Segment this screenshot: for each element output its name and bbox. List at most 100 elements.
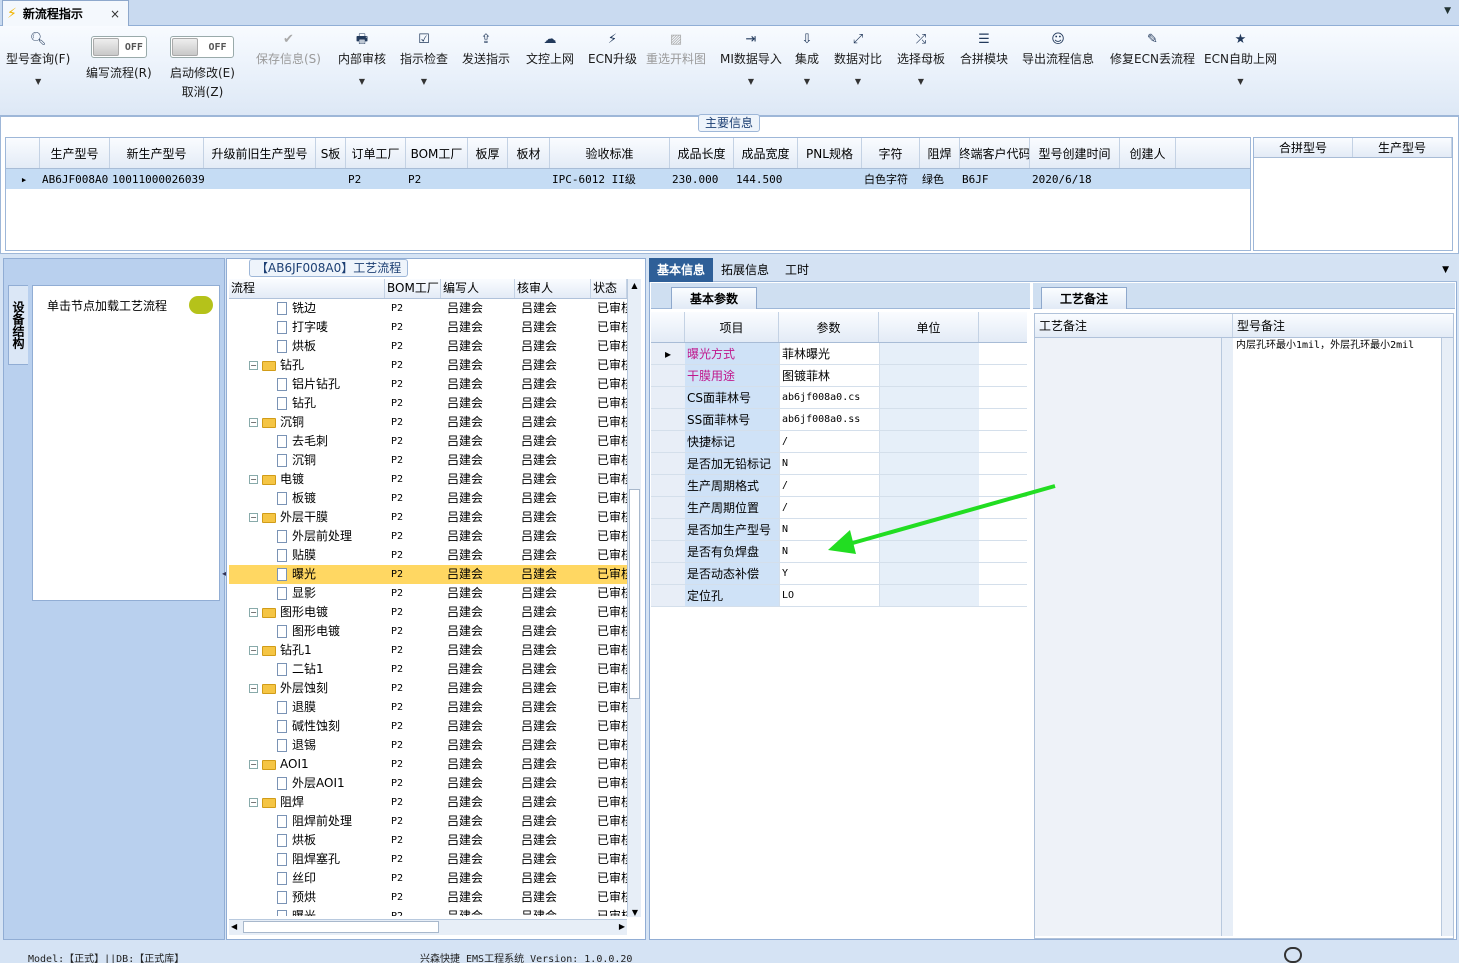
toolbar-button-13[interactable]: ✎ 修复ECN丢流程 — [1110, 32, 1195, 67]
column-header[interactable]: 终端客户代码 — [960, 138, 1030, 168]
tree-row[interactable]: 贴膜 P2 吕建会 吕建会 已审核 — [229, 546, 627, 565]
tree-node[interactable]: 烘板 — [229, 337, 385, 356]
column-header[interactable]: 板材 — [508, 138, 550, 168]
column-header[interactable]: 订单工厂 — [346, 138, 406, 168]
tree-row[interactable]: 打字唛 P2 吕建会 吕建会 已审核 — [229, 318, 627, 337]
tree-node[interactable]: 退锡 — [229, 736, 385, 755]
vertical-scrollbar[interactable] — [1221, 338, 1233, 936]
query-button[interactable]: 🔍︎ 型号查询(F) ▼ — [6, 32, 70, 86]
tree-node[interactable]: 板镀 — [229, 489, 385, 508]
tab-work-hours[interactable]: 工时 — [777, 258, 817, 282]
tab-equipment-structure[interactable]: 设备结构 — [8, 285, 28, 365]
param-unit[interactable] — [879, 365, 979, 386]
tree-node[interactable]: − 钻孔 — [229, 356, 385, 375]
column-header[interactable]: 生产型号 — [1353, 138, 1452, 157]
tree-node[interactable]: − AOI1 — [229, 755, 385, 774]
column-header[interactable]: BOM工厂 — [385, 279, 441, 298]
param-row[interactable]: ▸ 曝光方式 菲林曝光 — [651, 343, 1027, 365]
tree-row[interactable]: 图形电镀 P2 吕建会 吕建会 已审核 — [229, 622, 627, 641]
expand-icon[interactable]: − — [249, 475, 258, 484]
expand-icon[interactable]: − — [249, 646, 258, 655]
vertical-scrollbar[interactable] — [1441, 338, 1453, 936]
tree-row[interactable]: − 图形电镀 P2 吕建会 吕建会 已审核 — [229, 603, 627, 622]
param-row[interactable]: 干膜用途 图镀菲林 — [651, 365, 1027, 387]
scroll-thumb[interactable] — [629, 489, 640, 699]
tree-row[interactable]: 退锡 P2 吕建会 吕建会 已审核 — [229, 736, 627, 755]
tree-node[interactable]: 沉铜 — [229, 451, 385, 470]
chevron-down-icon[interactable]: ▼ — [1442, 265, 1449, 275]
tree-row[interactable]: 曝光 P2 吕建会 吕建会 已审核 — [229, 907, 627, 916]
column-header[interactable]: 新生产型号 — [110, 138, 204, 168]
toolbar-button-2[interactable]: ☑ 指示检查 ▼ — [400, 32, 448, 86]
param-value[interactable]: LO — [779, 585, 879, 606]
vertical-scrollbar[interactable]: ▲ ▼ — [627, 279, 641, 917]
tab-extended-info[interactable]: 拓展信息 — [713, 258, 777, 282]
expand-icon[interactable]: − — [249, 361, 258, 370]
tab-basic-params[interactable]: 基本参数 — [671, 287, 758, 309]
tree-row[interactable]: 阻焊前处理 P2 吕建会 吕建会 已审核 — [229, 812, 627, 831]
tree-node[interactable]: 去毛刺 — [229, 432, 385, 451]
tree-node[interactable]: 图形电镀 — [229, 622, 385, 641]
column-header[interactable]: 升级前旧生产型号 — [204, 138, 316, 168]
toolbar-button-1[interactable]: 🖶 内部审核 ▼ — [338, 32, 386, 86]
param-row[interactable]: 是否加无铅标记 N — [651, 453, 1027, 475]
tree-row[interactable]: − 电镀 P2 吕建会 吕建会 已审核 — [229, 470, 627, 489]
tree-row[interactable]: − 外层蚀刻 P2 吕建会 吕建会 已审核 — [229, 679, 627, 698]
tree-row[interactable]: 碱性蚀刻 P2 吕建会 吕建会 已审核 — [229, 717, 627, 736]
tree-node[interactable]: − 外层干膜 — [229, 508, 385, 527]
tree-row[interactable]: 铝片钻孔 P2 吕建会 吕建会 已审核 — [229, 375, 627, 394]
tree-row[interactable]: − AOI1 P2 吕建会 吕建会 已审核 — [229, 755, 627, 774]
tree-node[interactable]: − 阻焊 — [229, 793, 385, 812]
chevron-down-icon[interactable]: ▼ — [1444, 6, 1451, 16]
tree-row[interactable]: 阻焊塞孔 P2 吕建会 吕建会 已审核 — [229, 850, 627, 869]
tree-row[interactable]: 去毛刺 P2 吕建会 吕建会 已审核 — [229, 432, 627, 451]
tree-node[interactable]: 阻焊塞孔 — [229, 850, 385, 869]
column-header[interactable]: 合拼型号 — [1254, 138, 1353, 157]
param-row[interactable]: 是否动态补偿 Y — [651, 563, 1027, 585]
tree-node[interactable]: 曝光 — [229, 907, 385, 916]
param-row[interactable]: 定位孔 LO — [651, 585, 1027, 607]
edit-flow-toggle[interactable]: OFF — [90, 36, 147, 58]
param-value[interactable]: 菲林曝光 — [779, 343, 879, 364]
tree-row[interactable]: 退膜 P2 吕建会 吕建会 已审核 — [229, 698, 627, 717]
toolbar-button-4[interactable]: ☁ 文控上网 — [526, 32, 574, 67]
expand-icon[interactable]: − — [249, 418, 258, 427]
toolbar-button-11[interactable]: ☰ 合拼模块 — [960, 32, 1008, 67]
toolbar-button-5[interactable]: ⚡ ECN升级 — [588, 32, 637, 67]
param-unit[interactable] — [879, 453, 979, 474]
param-value[interactable]: ab6jf008a0.ss — [779, 409, 879, 430]
toolbar-button-7[interactable]: ⇥ MI数据导入 ▼ — [720, 32, 782, 86]
expand-icon[interactable]: − — [249, 513, 258, 522]
param-unit[interactable] — [879, 409, 979, 430]
toolbar-button-3[interactable]: ⇪ 发送指示 — [462, 32, 510, 67]
tree-row[interactable]: 烘板 P2 吕建会 吕建会 已审核 — [229, 337, 627, 356]
tree-node[interactable]: 丝印 — [229, 869, 385, 888]
column-header[interactable]: 参数 — [779, 312, 879, 342]
table-row[interactable]: ▸ AB6JF008A0 10011000026039 P2 P2 IPC-6012 II… — [6, 169, 1250, 189]
column-header[interactable]: 创建人 — [1120, 138, 1176, 168]
process-note-field[interactable] — [1035, 338, 1221, 936]
hscroll-thumb[interactable] — [243, 921, 439, 933]
tree-node[interactable]: 阻焊前处理 — [229, 812, 385, 831]
param-unit[interactable] — [879, 387, 979, 408]
column-header[interactable]: 成品长度 — [670, 138, 734, 168]
column-header[interactable]: 成品宽度 — [734, 138, 798, 168]
toolbar-button-9[interactable]: ⤢ 数据对比 ▼ — [834, 32, 882, 86]
tab-basic-info[interactable]: 基本信息 — [649, 257, 714, 282]
param-value[interactable]: ab6jf008a0.cs — [779, 387, 879, 408]
tree-node[interactable]: 打字唛 — [229, 318, 385, 337]
tree-node[interactable]: − 沉铜 — [229, 413, 385, 432]
scroll-left-icon[interactable]: ◀ — [231, 920, 237, 934]
expand-icon[interactable]: − — [249, 798, 258, 807]
toolbar-button-8[interactable]: ⇩ 集成 ▼ — [795, 32, 819, 86]
param-value[interactable]: N — [779, 453, 879, 474]
model-note-field[interactable]: 内层孔环最小1mil，外层孔环最小2mil — [1233, 338, 1441, 936]
tree-row[interactable]: 外层AOI1 P2 吕建会 吕建会 已审核 — [229, 774, 627, 793]
column-header[interactable]: 型号创建时间 — [1030, 138, 1120, 168]
tree-row[interactable]: − 阻焊 P2 吕建会 吕建会 已审核 — [229, 793, 627, 812]
tree-node[interactable]: 曝光 — [229, 565, 385, 584]
param-row[interactable]: 快捷标记 / — [651, 431, 1027, 453]
tree-node[interactable]: 外层AOI1 — [229, 774, 385, 793]
scroll-down-icon[interactable]: ▼ — [628, 908, 642, 917]
tree-row[interactable]: 二钻1 P2 吕建会 吕建会 已审核 — [229, 660, 627, 679]
